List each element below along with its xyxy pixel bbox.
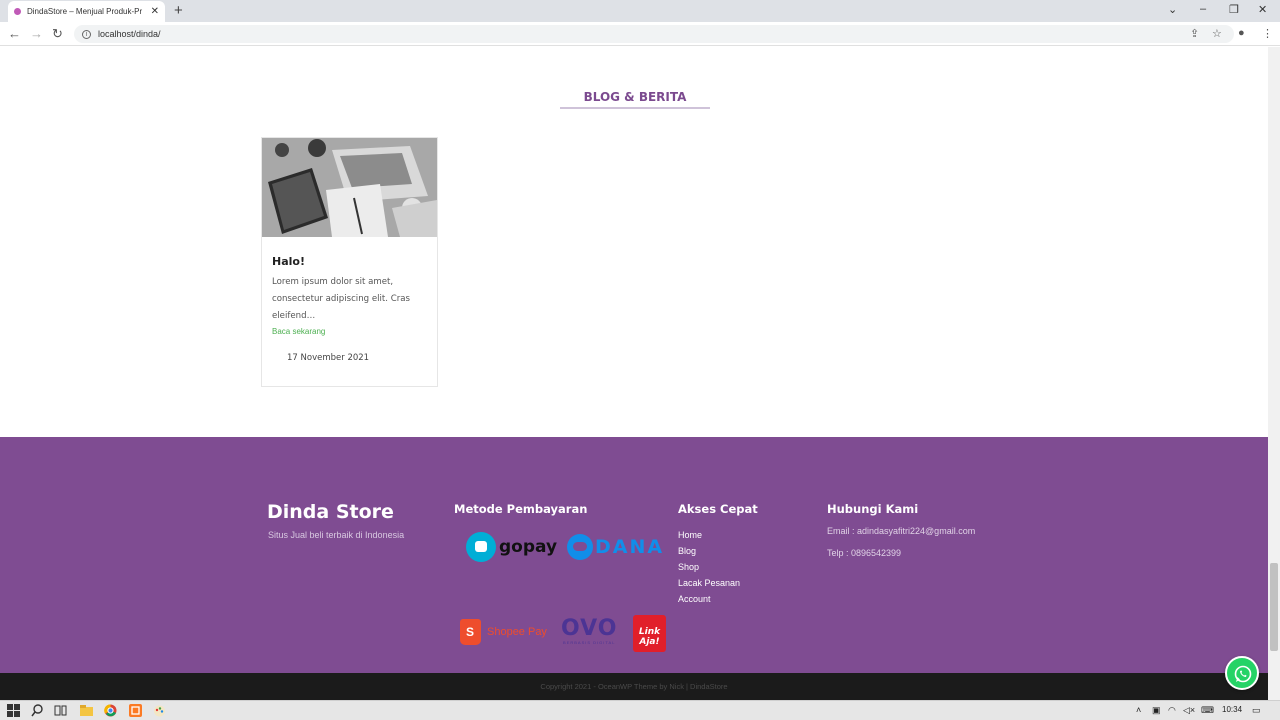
site-footer: Dinda Store Situs Jual beli terbaik di I… <box>0 437 1268 673</box>
address-url: localhost/dinda/ <box>98 29 161 39</box>
wifi-icon[interactable]: ◠ <box>1168 705 1176 716</box>
restore-icon[interactable]: ❐ <box>1229 3 1239 16</box>
whatsapp-chat-button[interactable] <box>1225 656 1259 690</box>
gopay-logo: gopay <box>466 532 557 562</box>
gopay-icon <box>466 532 496 562</box>
shopee-bag-icon <box>460 619 481 645</box>
footer-tagline: Situs Jual beli terbaik di Indonesia <box>268 530 405 540</box>
tab-search-icon[interactable]: ⌄ <box>1168 3 1177 16</box>
task-view-icon[interactable] <box>54 704 67 717</box>
browser-tab-strip: DindaStore – Menjual Produk-Pr ✕ + ⌄ – ❐… <box>0 0 1280 22</box>
footer-brand: Dinda Store <box>267 501 394 523</box>
file-explorer-icon[interactable] <box>80 704 93 717</box>
blog-post-title[interactable]: Halo! <box>272 255 305 268</box>
shopeepay-logo: Shopee Pay <box>460 619 547 645</box>
dana-logo: DANA <box>567 534 664 560</box>
forward-icon[interactable]: → <box>30 26 43 41</box>
linkaja-logo: Link Aja! <box>633 615 666 652</box>
taskbar-search-icon[interactable] <box>31 704 44 717</box>
reload-icon[interactable]: ↻ <box>52 26 63 42</box>
site-favicon-icon <box>14 8 21 15</box>
blog-post-card: Halo! Lorem ipsum dolor sit amet, consec… <box>261 137 438 387</box>
share-icon[interactable]: ⇪ <box>1190 27 1199 40</box>
footer-link-home[interactable]: Home <box>678 527 740 543</box>
dana-icon <box>567 534 593 560</box>
footer-link-track-order[interactable]: Lacak Pesanan <box>678 575 740 591</box>
chrome-icon[interactable] <box>104 704 117 717</box>
profile-icon[interactable]: ● <box>1238 27 1245 39</box>
volume-muted-icon[interactable]: ◁× <box>1183 705 1195 716</box>
browser-menu-icon[interactable]: ⋮ <box>1262 27 1273 40</box>
contact-phone: Telp : 0896542399 <box>827 548 902 558</box>
keyboard-icon[interactable]: ⌨ <box>1201 705 1214 716</box>
footer-link-shop[interactable]: Shop <box>678 559 740 575</box>
tab-close-icon[interactable]: ✕ <box>151 6 159 17</box>
minimize-icon[interactable]: – <box>1200 3 1206 15</box>
copyright-bar: Copyright 2021 - OceanWP Theme by Nick |… <box>0 673 1268 700</box>
blog-post-excerpt: Lorem ipsum dolor sit amet, consectetur … <box>272 277 411 321</box>
back-icon[interactable]: ← <box>8 26 21 41</box>
copyright-text: Copyright 2021 - OceanWP Theme by Nick |… <box>540 682 728 691</box>
address-bar[interactable]: i localhost/dinda/ <box>74 25 1234 43</box>
new-tab-button[interactable]: + <box>174 2 183 19</box>
taskbar-clock[interactable]: 10:34 <box>1222 705 1242 714</box>
footer-link-account[interactable]: Account <box>678 591 740 607</box>
footer-link-blog[interactable]: Blog <box>678 543 740 559</box>
quick-links-list: Home Blog Shop Lacak Pesanan Account <box>678 527 740 607</box>
quick-links-heading: Akses Cepat <box>678 502 758 516</box>
site-info-icon[interactable]: i <box>82 29 91 39</box>
blog-post-thumbnail[interactable] <box>262 138 437 237</box>
contact-email[interactable]: Email : adindasyafitri224@gmail.com <box>827 526 975 537</box>
blog-post-date: 17 November 2021 <box>287 353 370 363</box>
browser-toolbar: ← → ↻ i localhost/dinda/ ⇪ ☆ ● ⋮ <box>0 22 1280 46</box>
paint-icon[interactable] <box>153 704 166 717</box>
windows-start-icon[interactable] <box>7 704 20 717</box>
contact-heading: Hubungi Kami <box>827 502 919 516</box>
section-title-underline <box>560 107 710 109</box>
ovo-logo: OVO BERBASIS DIGITAL <box>561 616 618 646</box>
payment-heading: Metode Pembayaran <box>454 502 588 516</box>
notification-icon[interactable]: ▭ <box>1252 705 1261 716</box>
page-scrollbar[interactable] <box>1268 47 1280 700</box>
contact-info: Email : adindasyafitri224@gmail.com Telp… <box>827 526 975 570</box>
browser-tab[interactable]: DindaStore – Menjual Produk-Pr ✕ <box>8 1 165 22</box>
scrollbar-thumb[interactable] <box>1270 563 1278 651</box>
bookmark-star-icon[interactable]: ☆ <box>1212 27 1222 40</box>
page-viewport: BLOG & BERITA Halo! Lorem ipsum dolor si… <box>0 47 1268 700</box>
read-more-link[interactable]: Baca sekarang <box>272 327 325 336</box>
window-close-icon[interactable]: ✕ <box>1258 3 1267 16</box>
os-taskbar: ˄ ▣ ◠ ◁× ⌨ 10:34 ▭ <box>0 700 1280 720</box>
tray-overflow-icon[interactable]: ˄ <box>1136 705 1141 715</box>
whatsapp-icon <box>1234 665 1252 683</box>
blog-section-title: BLOG & BERITA <box>583 90 687 104</box>
tab-title: DindaStore – Menjual Produk-Pr <box>27 7 143 16</box>
tray-app-icon[interactable]: ▣ <box>1152 705 1161 716</box>
xampp-icon[interactable] <box>129 704 142 717</box>
